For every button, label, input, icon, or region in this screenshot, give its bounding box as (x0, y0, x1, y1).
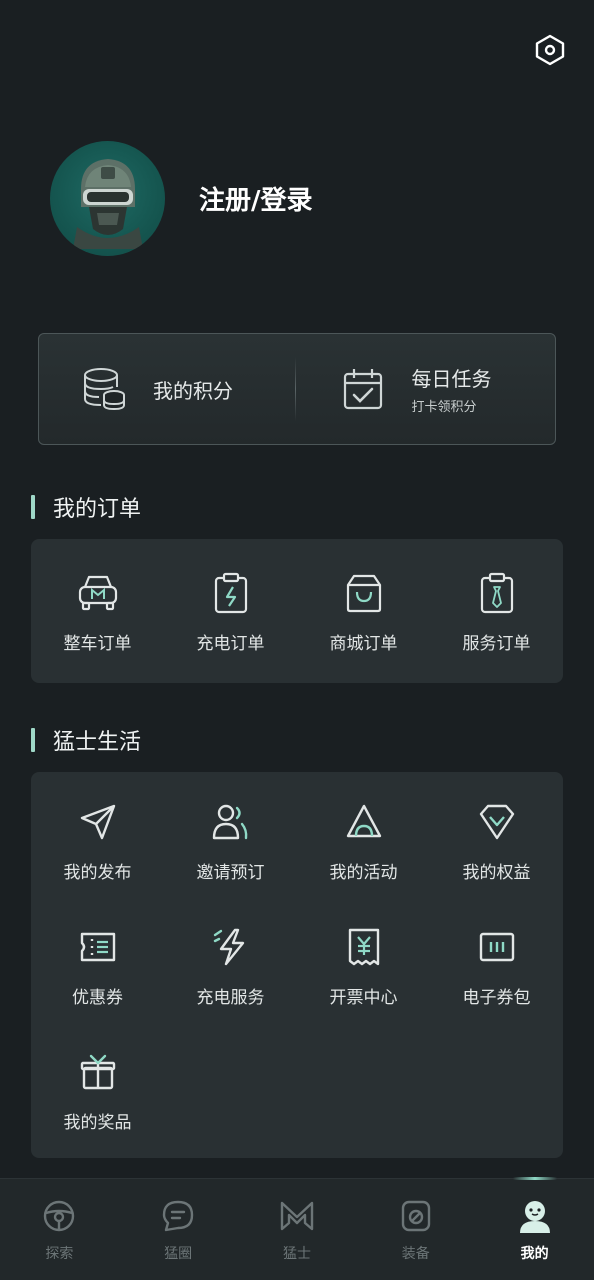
chat-bubble-icon (162, 1200, 194, 1232)
charging-service-button[interactable]: 充电服务 (164, 925, 297, 1008)
service-order-icon (480, 572, 513, 614)
daily-task-button[interactable]: 每日任务 打卡领积分 (296, 334, 556, 444)
orders-section-title: 我的订单 (31, 491, 141, 523)
daily-task-title: 每日任务 (411, 367, 492, 391)
invoice-center-label: 开票中心 (329, 988, 398, 1008)
points-card: 我的积分 每日任务 打卡领积分 (38, 333, 556, 445)
invite-booking-button[interactable]: 邀请预订 (164, 800, 297, 883)
service-order-label: 服务订单 (462, 634, 531, 654)
charge-order-label: 充电订单 (196, 634, 265, 654)
my-activities-label: 我的活动 (329, 863, 398, 883)
orders-title-text: 我的订单 (53, 497, 142, 522)
daily-task-subtitle: 打卡领积分 (411, 400, 477, 415)
tab-mine-label: 我的 (520, 1246, 549, 1262)
service-order-button[interactable]: 服务订单 (430, 571, 563, 654)
calendar-check-icon (343, 369, 382, 410)
helmet-avatar-icon (72, 158, 143, 249)
diamond-icon (479, 804, 514, 840)
tab-equipment-label: 装备 (401, 1246, 430, 1262)
charging-service-label: 充电服务 (196, 988, 265, 1008)
tent-icon (346, 804, 381, 838)
charge-order-button[interactable]: 充电订单 (164, 571, 297, 654)
coupon-button[interactable]: 优惠券 (31, 925, 164, 1008)
mall-order-label: 商城订单 (329, 634, 398, 654)
my-posts-button[interactable]: 我的发布 (31, 800, 164, 883)
charge-order-icon (214, 572, 247, 614)
invite-booking-label: 邀请预订 (196, 863, 265, 883)
tab-circle-label: 猛圈 (164, 1246, 193, 1262)
coins-database-icon (84, 368, 125, 411)
bottom-tab-bar: 探索 猛圈 猛士 装备 我的 (0, 1178, 594, 1280)
settings-button[interactable] (533, 33, 567, 67)
my-activities-button[interactable]: 我的活动 (297, 800, 430, 883)
vehicle-order-label: 整车订单 (63, 634, 132, 654)
my-posts-label: 我的发布 (63, 863, 132, 883)
life-section-title: 猛士生活 (31, 724, 141, 756)
my-prizes-label: 我的奖品 (63, 1113, 132, 1133)
my-benefits-label: 我的权益 (462, 863, 531, 883)
login-register-link[interactable]: 注册/登录 (199, 180, 313, 217)
tab-circle[interactable]: 猛圈 (119, 1179, 238, 1280)
voucher-wallet-icon (479, 932, 514, 962)
tab-equipment[interactable]: 装备 (356, 1179, 475, 1280)
my-benefits-button[interactable]: 我的权益 (430, 800, 563, 883)
profile-header: 注册/登录 (50, 141, 313, 256)
tab-explore-label: 探索 (45, 1246, 74, 1262)
send-icon (80, 804, 115, 840)
voucher-wallet-button[interactable]: 电子券包 (430, 925, 563, 1008)
coupon-icon (80, 932, 115, 962)
my-points-label: 我的积分 (153, 378, 233, 403)
invoice-center-button[interactable]: 开票中心 (297, 925, 430, 1008)
avatar[interactable] (50, 141, 165, 256)
hexagon-settings-icon (535, 34, 565, 66)
lightning-icon (213, 928, 244, 966)
tab-mengshi-label: 猛士 (282, 1246, 311, 1262)
equipment-icon (401, 1200, 430, 1232)
gift-icon (80, 1054, 115, 1090)
voucher-wallet-label: 电子券包 (462, 988, 531, 1008)
my-points-button[interactable]: 我的积分 (39, 334, 295, 444)
section-accent-bar (31, 728, 35, 752)
orders-panel: 整车订单 充电订单 商城订单 服务订单 (31, 539, 563, 683)
tab-mine[interactable]: 我的 (475, 1179, 594, 1280)
vehicle-order-button[interactable]: 整车订单 (31, 571, 164, 654)
m-logo-icon (280, 1201, 314, 1231)
tab-mengshi[interactable]: 猛士 (238, 1179, 357, 1280)
tab-explore[interactable]: 探索 (0, 1179, 119, 1280)
life-panel: 我的发布 邀请预订 我的活动 我的权益 优惠券 充电服务 开票中心 电子券包 我… (31, 772, 563, 1158)
mall-order-button[interactable]: 商城订单 (297, 571, 430, 654)
my-prizes-button[interactable]: 我的奖品 (31, 1050, 164, 1133)
section-accent-bar (31, 495, 35, 519)
profile-icon (519, 1201, 550, 1233)
car-order-icon (78, 575, 117, 611)
shopping-bag-icon (346, 574, 381, 613)
invite-users-icon (212, 804, 247, 840)
life-title-text: 猛士生活 (53, 730, 142, 755)
steering-wheel-icon (44, 1200, 75, 1232)
invoice-icon (348, 928, 379, 966)
coupon-label: 优惠券 (72, 988, 123, 1008)
